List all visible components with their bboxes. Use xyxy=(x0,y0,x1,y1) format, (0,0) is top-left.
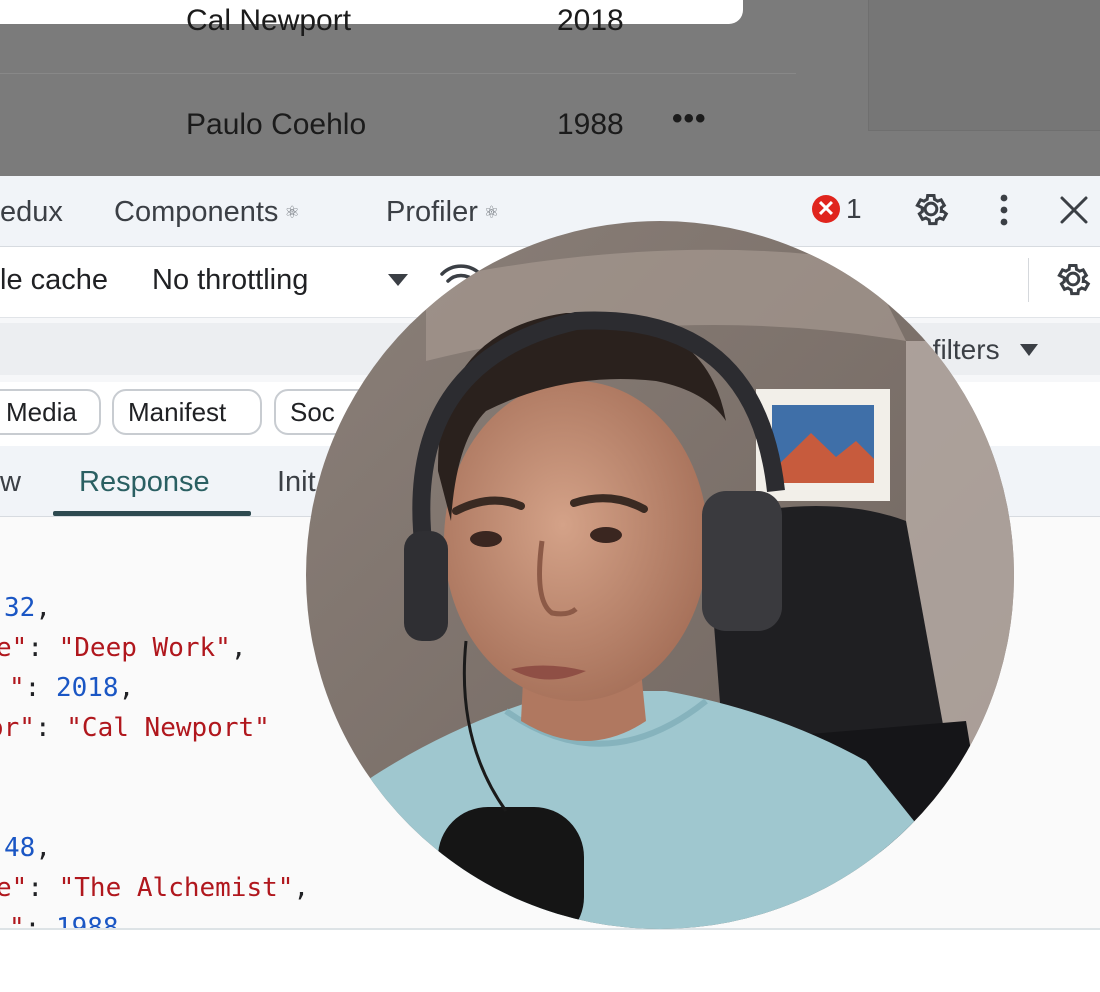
tab-initiator[interactable]: Init xyxy=(277,466,316,499)
triangle-down-icon xyxy=(1020,344,1039,356)
chip-media[interactable]: Media xyxy=(0,389,101,435)
react-icon: ⚛ xyxy=(483,203,500,222)
app-background: Cal Newport 2018 Paulo Coehlo 1988 ••• xyxy=(0,0,1100,176)
chip-manifest[interactable]: Manifest xyxy=(112,389,262,435)
gear-icon[interactable] xyxy=(1050,256,1096,302)
throttling-select[interactable]: No throttling xyxy=(152,264,308,297)
tab-preview[interactable]: w xyxy=(0,466,21,499)
code-line: ": 2018, xyxy=(9,673,135,703)
table-cell-year: 1988 xyxy=(557,108,624,141)
devtools-footer xyxy=(0,930,1100,992)
error-circle-icon: ✕ xyxy=(812,195,840,223)
error-count-badge[interactable]: ✕ 1 xyxy=(812,193,862,225)
close-icon[interactable] xyxy=(1054,190,1094,230)
table-cell-author: Paulo Coehlo xyxy=(186,108,367,141)
presenter-video xyxy=(306,221,1014,929)
code-line: 48, xyxy=(4,833,51,863)
tab-components[interactable]: Components ⚛ xyxy=(114,196,300,229)
modal-card[interactable] xyxy=(0,0,743,24)
error-count: 1 xyxy=(846,193,862,224)
table-cell-year: 2018 xyxy=(557,4,624,37)
triangle-down-icon[interactable] xyxy=(384,268,412,292)
tab-profiler[interactable]: Profiler ⚛ xyxy=(386,196,499,229)
kebab-icon[interactable] xyxy=(988,188,1020,232)
code-line: ": 1988 xyxy=(9,913,119,929)
tab-redux[interactable]: edux xyxy=(0,196,63,229)
row-actions-button[interactable]: ••• xyxy=(672,102,707,136)
toolbar-separator xyxy=(1028,258,1029,302)
code-line: 32, xyxy=(4,593,51,623)
gear-icon[interactable] xyxy=(908,186,954,232)
table-cell-author: Cal Newport xyxy=(186,4,352,37)
webcam-overlay xyxy=(306,221,1014,929)
code-line: e": "The Alchemist", xyxy=(0,873,310,903)
code-line: e": "Deep Work", xyxy=(0,633,247,663)
disable-cache-checkbox-label[interactable]: le cache xyxy=(0,264,108,297)
react-icon: ⚛ xyxy=(284,203,300,222)
side-panel xyxy=(868,0,1100,131)
code-line: or": "Cal Newport" xyxy=(0,713,270,743)
active-tab-indicator xyxy=(53,511,251,516)
row-divider xyxy=(0,73,796,74)
tab-response[interactable]: Response xyxy=(79,466,210,499)
